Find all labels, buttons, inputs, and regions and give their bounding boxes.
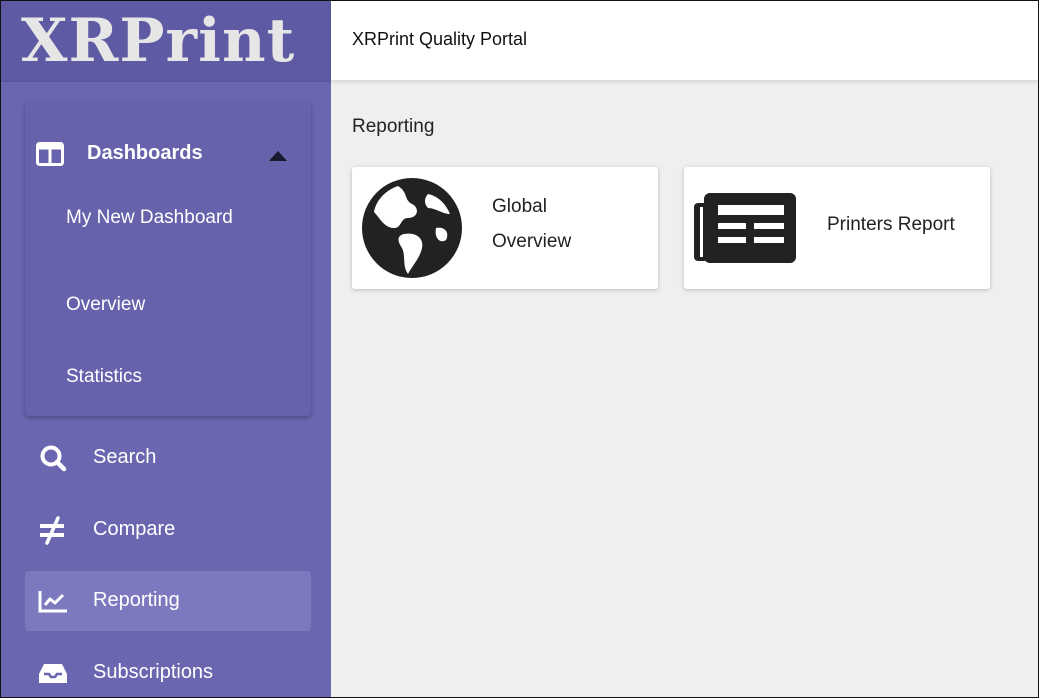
inbox-icon <box>37 658 69 688</box>
nav-label-reporting: Reporting <box>93 589 180 611</box>
sidebar-item-my-new-dashboard[interactable]: My New Dashboard <box>66 202 286 233</box>
dashboards-toggle[interactable]: Dashboards <box>25 129 311 177</box>
nav-label-search: Search <box>93 446 157 468</box>
logo[interactable]: XRPrint <box>1 1 331 82</box>
dashboards-panel: Dashboards My New Dashboard Overview Sta… <box>25 101 311 416</box>
page-title: Reporting <box>352 116 435 137</box>
sidebar-item-subscriptions[interactable]: Subscriptions <box>25 643 311 697</box>
app-window: XRPrint Dashboards My New Dashboard Over… <box>0 0 1039 698</box>
report-card-global-overview[interactable]: Global Overview <box>352 167 658 289</box>
card-label-global-overview: Global Overview <box>492 196 572 252</box>
sidebar-item-statistics[interactable]: Statistics <box>66 361 286 392</box>
sidebar-item-reporting[interactable]: Reporting <box>25 571 311 631</box>
nav-label-subscriptions: Subscriptions <box>93 661 214 683</box>
globe-icon <box>362 178 462 283</box>
chart-line-icon <box>37 586 69 616</box>
sidebar-item-search[interactable]: Search <box>25 428 311 488</box>
not-equal-icon <box>37 515 69 545</box>
dashboards-label: Dashboards <box>87 142 203 164</box>
newspaper-icon <box>694 193 798 268</box>
columns-icon <box>36 142 64 171</box>
portal-title: XRPrint Quality Portal <box>352 29 528 49</box>
sidebar-item-compare[interactable]: Compare <box>25 500 311 560</box>
report-card-printers-report[interactable]: Printers Report <box>684 167 990 289</box>
logo-text: XRPrint <box>21 6 296 76</box>
sidebar-item-overview[interactable]: Overview <box>66 289 286 320</box>
caret-up-icon <box>269 148 287 166</box>
sidebar: XRPrint Dashboards My New Dashboard Over… <box>1 1 331 697</box>
nav-label-compare: Compare <box>93 518 176 540</box>
card-label-printers-report: Printers Report <box>827 214 955 235</box>
search-icon <box>37 443 69 473</box>
top-bar: XRPrint Quality Portal <box>331 1 1038 80</box>
